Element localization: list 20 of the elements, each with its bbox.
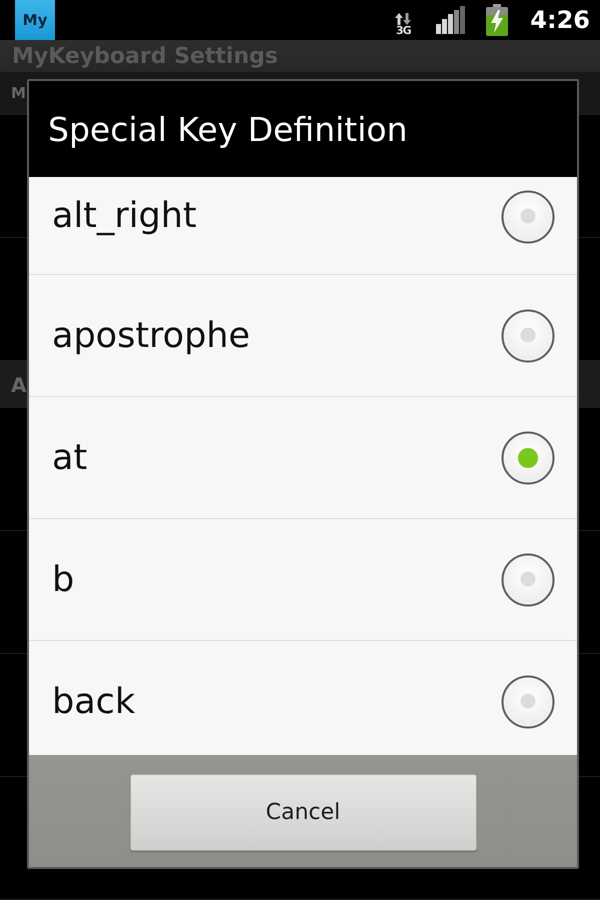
radio-button[interactable]	[501, 674, 555, 728]
battery-charging-icon	[486, 4, 508, 36]
dialog-title: Special Key Definition	[48, 110, 408, 148]
radio-button[interactable]	[501, 552, 555, 606]
app-icon: My	[15, 0, 55, 40]
radio-button[interactable]	[501, 430, 555, 484]
radio-button[interactable]	[501, 190, 555, 244]
signal-icon	[436, 6, 466, 34]
option-label: b	[52, 558, 76, 602]
settings-row-text: M	[11, 84, 26, 102]
option-label: apostrophe	[52, 314, 252, 358]
option-label: alt_right	[52, 195, 198, 238]
option-label: at	[52, 436, 88, 480]
clock-time: 4:26	[530, 6, 590, 34]
section-header-text: A	[11, 372, 26, 396]
data-arrows-icon	[395, 13, 412, 25]
option-label: back	[52, 680, 136, 724]
cancel-button[interactable]: Cancel	[130, 774, 476, 850]
network-type-label: 3G	[396, 25, 411, 37]
radio-button[interactable]	[501, 308, 555, 362]
